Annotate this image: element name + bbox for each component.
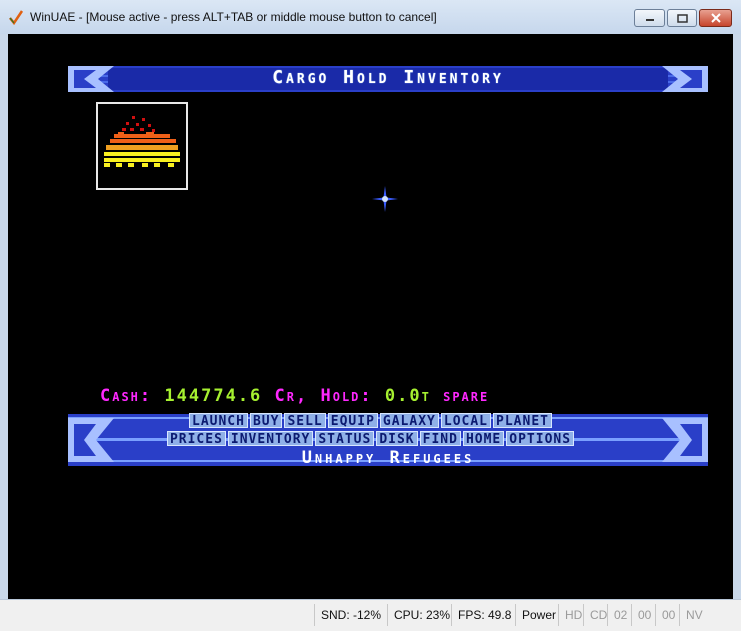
cmd-local[interactable]: LOCAL [440, 413, 492, 429]
cargo-box [96, 102, 188, 190]
cmd-launch[interactable]: LAUNCH [189, 413, 248, 429]
command-row-1: LAUNCH BUY SELL EQUIP GALAXY LOCAL PLANET [8, 413, 733, 429]
cash-value: 144774.6 [164, 386, 263, 406]
power-led[interactable]: Power [515, 604, 562, 626]
title-bar[interactable]: WinUAE - [Mouse active - press ALT+TAB o… [0, 0, 741, 34]
cargo-fire-icon [104, 116, 180, 167]
cpu-status: CPU: 23% [387, 604, 456, 626]
maximize-icon [668, 10, 696, 26]
cash-unit: Cr, [274, 386, 309, 406]
status-message: Unhappy Refugees [301, 448, 475, 468]
snd-status: SND: -12% [314, 604, 387, 626]
df0-led[interactable]: 02 [607, 604, 633, 626]
screen-title: Cargo Hold Inventory [272, 67, 504, 88]
star-sparkle-icon [372, 186, 398, 212]
df1-led[interactable]: 00 [631, 604, 657, 626]
window-title: WinUAE - [Mouse active - press ALT+TAB o… [30, 10, 437, 24]
cmd-buy[interactable]: BUY [249, 413, 283, 429]
cash-hold-line: Cash: 144774.6 Cr, Hold: 0.0t spare [100, 386, 489, 406]
fps-status: FPS: 49.8 [451, 604, 517, 626]
hold-suffix: spare [443, 386, 490, 406]
hold-value: 0.0t [384, 386, 431, 406]
command-row-2: PRICES INVENTORY STATUS DISK FIND HOME OPTIONS [8, 431, 733, 447]
cmd-options[interactable]: OPTIONS [506, 431, 575, 447]
cmd-equip[interactable]: EQUIP [327, 413, 378, 429]
minimize-icon [635, 10, 664, 26]
cash-label: Cash: [100, 386, 153, 406]
nv-led[interactable]: NV [679, 604, 709, 626]
maximize-button[interactable] [667, 9, 697, 27]
cmd-galaxy[interactable]: GALAXY [379, 413, 439, 429]
close-button[interactable] [699, 9, 732, 27]
emulator-screen[interactable]: Cargo Hold Inventory Cash: 144774.6 Cr, … [8, 34, 733, 599]
close-icon [700, 10, 731, 26]
winuae-app-icon [9, 10, 24, 25]
hold-label: Hold: [320, 386, 373, 406]
cmd-status[interactable]: STATUS [315, 431, 375, 447]
cmd-disk[interactable]: DISK [376, 431, 418, 447]
minimize-button[interactable] [634, 9, 665, 27]
cmd-prices[interactable]: PRICES [166, 431, 226, 447]
cmd-inventory[interactable]: INVENTORY [227, 431, 314, 447]
cmd-home[interactable]: HOME [462, 431, 505, 447]
cmd-find[interactable]: FIND [419, 431, 461, 447]
cmd-planet[interactable]: PLANET [493, 413, 552, 429]
status-bar: SND: -12% CPU: 23% FPS: 49.8 Power HD CD… [0, 599, 741, 631]
df2-led[interactable]: 00 [655, 604, 681, 626]
cmd-sell[interactable]: SELL [284, 413, 326, 429]
